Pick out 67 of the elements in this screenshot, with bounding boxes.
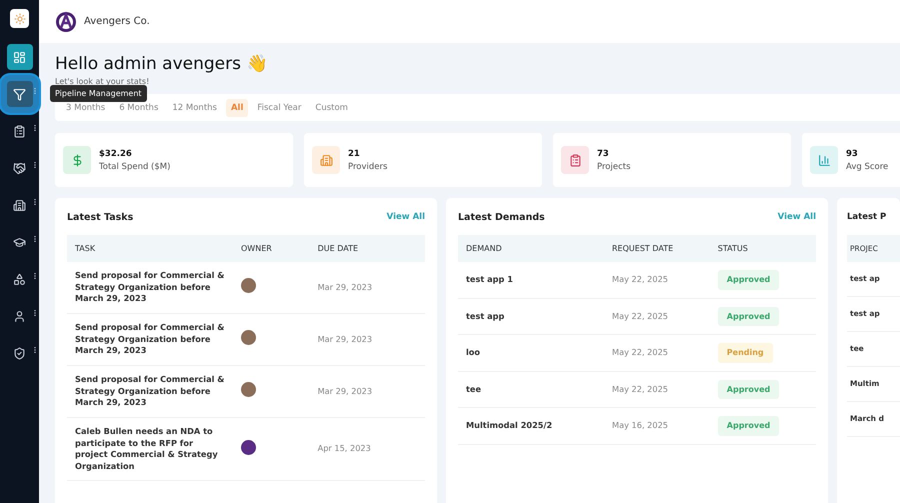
period-tab[interactable]: 12 Months — [167, 98, 222, 116]
panel-title: Latest Tasks — [67, 212, 134, 222]
period-tab[interactable]: All — [226, 98, 248, 116]
table-cell: May 16, 2025 — [604, 408, 710, 444]
tooltip: Pipeline Management — [50, 85, 147, 102]
stat-value: $32.26 — [99, 148, 133, 158]
stat-label: Avg Score — [846, 162, 888, 172]
brand-logo-icon — [55, 10, 77, 32]
cap-icon — [13, 236, 26, 248]
table-cell: Send proposal for Commercial & Strategy Organization before March 29, 2023 — [67, 366, 233, 418]
greeting-subtitle: Let's look at your stats! — [55, 77, 150, 86]
stat-label: Total Spend ($M) — [99, 162, 170, 172]
table-cell: test app — [458, 298, 604, 334]
dashboard-nav-button[interactable] — [6, 44, 32, 70]
stat-label: Providers — [348, 162, 388, 172]
stat-label: Projects — [597, 162, 631, 172]
table-cell: Mar 29, 2023 — [310, 366, 425, 418]
clipboard-glyph-icon — [568, 154, 582, 166]
dollar-glyph-icon — [70, 154, 84, 166]
status-badge: Approved — [718, 270, 780, 290]
status-badge: Approved — [718, 306, 780, 326]
table-cell: Multimodal 2025/2 — [458, 408, 604, 444]
column-header: STATUS — [710, 235, 816, 262]
table-cell: May 22, 2025 — [604, 371, 710, 408]
table-cell: May 22, 2025 — [604, 262, 710, 298]
table-cell: tee — [458, 371, 604, 408]
table-cell: loo — [458, 334, 604, 371]
brand-name: Avengers Co. — [84, 16, 150, 27]
panel-title: Latest Demands — [458, 212, 545, 222]
column-header: TASK — [67, 235, 233, 262]
building-glyph-icon — [320, 154, 332, 166]
sun-icon — [14, 12, 26, 24]
stat-value: 21 — [348, 148, 361, 158]
building-icon — [13, 198, 26, 212]
period-tab[interactable]: Custom — [310, 98, 353, 116]
column-header: DEMAND — [458, 235, 604, 262]
clipboard-icon — [13, 124, 26, 138]
stat-value: 73 — [597, 148, 610, 158]
table-cell: Send proposal for Commercial & Strategy Organization before March 29, 2023 — [67, 314, 233, 366]
status-badge: Pending — [718, 343, 773, 362]
period-tab[interactable]: Fiscal Year — [252, 98, 306, 116]
chart-glyph-icon — [818, 154, 830, 166]
user-icon — [13, 310, 26, 322]
table-cell: Apr 15, 2023 — [310, 418, 425, 480]
handshake-icon — [13, 162, 26, 174]
column-header: OWNER — [233, 235, 310, 262]
table-cell: May 22, 2025 — [604, 334, 710, 371]
status-badge: Approved — [718, 416, 780, 436]
table-cell: test app 1 — [458, 262, 604, 298]
shield-icon — [13, 346, 26, 360]
table-cell: May 22, 2025 — [604, 298, 710, 334]
table-cell: Caleb Bullen needs an NDA to participate to the RFP for project Commercial & Strategy Organization — [67, 418, 233, 480]
shapes-icon — [13, 272, 26, 286]
view-all-link[interactable]: View All — [386, 212, 425, 222]
status-badge: Approved — [718, 380, 780, 399]
column-header: DUE DATE — [310, 235, 425, 262]
view-all-link[interactable]: View All — [778, 212, 816, 222]
stat-value: 93 — [846, 148, 859, 158]
dashboard-icon — [13, 50, 26, 64]
table-cell: Mar 29, 2023 — [310, 262, 425, 314]
filter-icon — [13, 88, 26, 100]
table-cell: Send proposal for Commercial & Strategy Organization before March 29, 2023 — [67, 262, 233, 314]
filter-nav-button[interactable] — [6, 81, 32, 107]
table-cell: Mar 29, 2023 — [310, 314, 425, 366]
panel-title: Latest P — [847, 212, 886, 222]
greeting-title: Hello admin avengers 👋 — [55, 53, 268, 74]
column-header: REQUEST DATE — [604, 235, 710, 262]
